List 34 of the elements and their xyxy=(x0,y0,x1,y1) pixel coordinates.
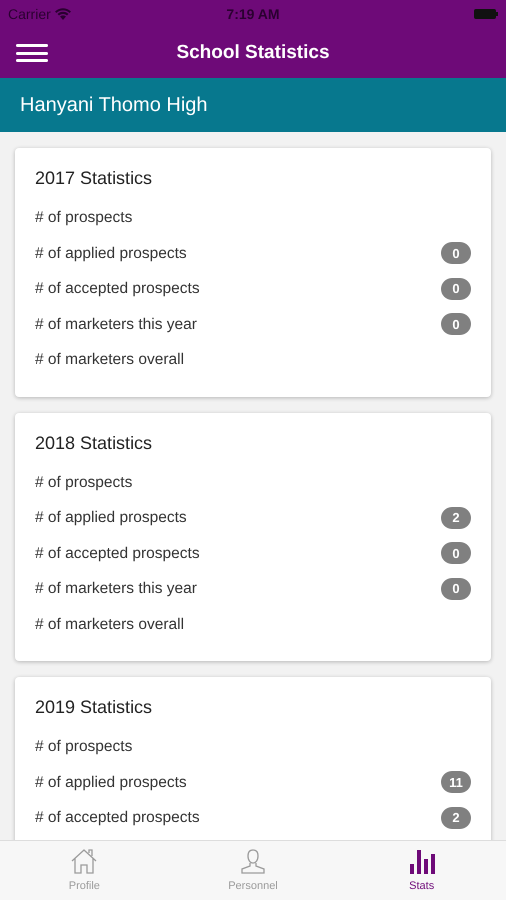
carrier-label: Carrier xyxy=(8,4,51,24)
stat-label: # of prospects xyxy=(35,472,132,493)
count-badge: 0 xyxy=(441,278,471,300)
tab-bar-item[interactable]: Personnel xyxy=(168,841,338,900)
count-badge: 0 xyxy=(441,313,471,336)
stat-label: # of marketers overall xyxy=(35,350,184,370)
stat-label: # of prospects xyxy=(35,737,132,758)
wifi-icon xyxy=(54,8,71,20)
stat-label: # of marketers this year xyxy=(35,579,197,600)
count-badge: 0 xyxy=(441,578,471,600)
stat-label: # of accepted prospects xyxy=(35,544,200,564)
stat-label: # of accepted prospects xyxy=(35,808,200,828)
screen-title: School Statistics xyxy=(176,40,330,65)
menu-button[interactable] xyxy=(16,41,48,65)
stat-label: # of applied prospects xyxy=(35,508,187,528)
count-badge: 11 xyxy=(441,771,471,794)
stat-label: # of marketers overall xyxy=(35,614,184,635)
count-badge: 0 xyxy=(441,242,471,264)
count-badge: 0 xyxy=(441,542,471,564)
time-label: 7:19 AM xyxy=(226,4,280,24)
school-name: Hanyani Thomo High xyxy=(20,93,208,118)
stat-label: # of prospects xyxy=(35,208,132,228)
card-title: 2017 Statistics xyxy=(35,167,154,190)
card-title: 2019 Statistics xyxy=(35,696,154,719)
stat-label: # of marketers this year xyxy=(35,314,197,335)
count-badge: 2 xyxy=(441,806,471,829)
battery-icon xyxy=(474,9,498,19)
stat-label: # of applied prospects xyxy=(35,772,187,793)
count-badge: 2 xyxy=(441,506,471,529)
stat-label: # of accepted prospects xyxy=(35,279,200,300)
tab-bar-item[interactable]: Stats xyxy=(337,841,506,900)
stat-label: # of applied prospects xyxy=(35,244,187,264)
card-title: 2018 Statistics xyxy=(35,432,154,454)
tab-bar-item[interactable]: Profile xyxy=(0,841,169,900)
